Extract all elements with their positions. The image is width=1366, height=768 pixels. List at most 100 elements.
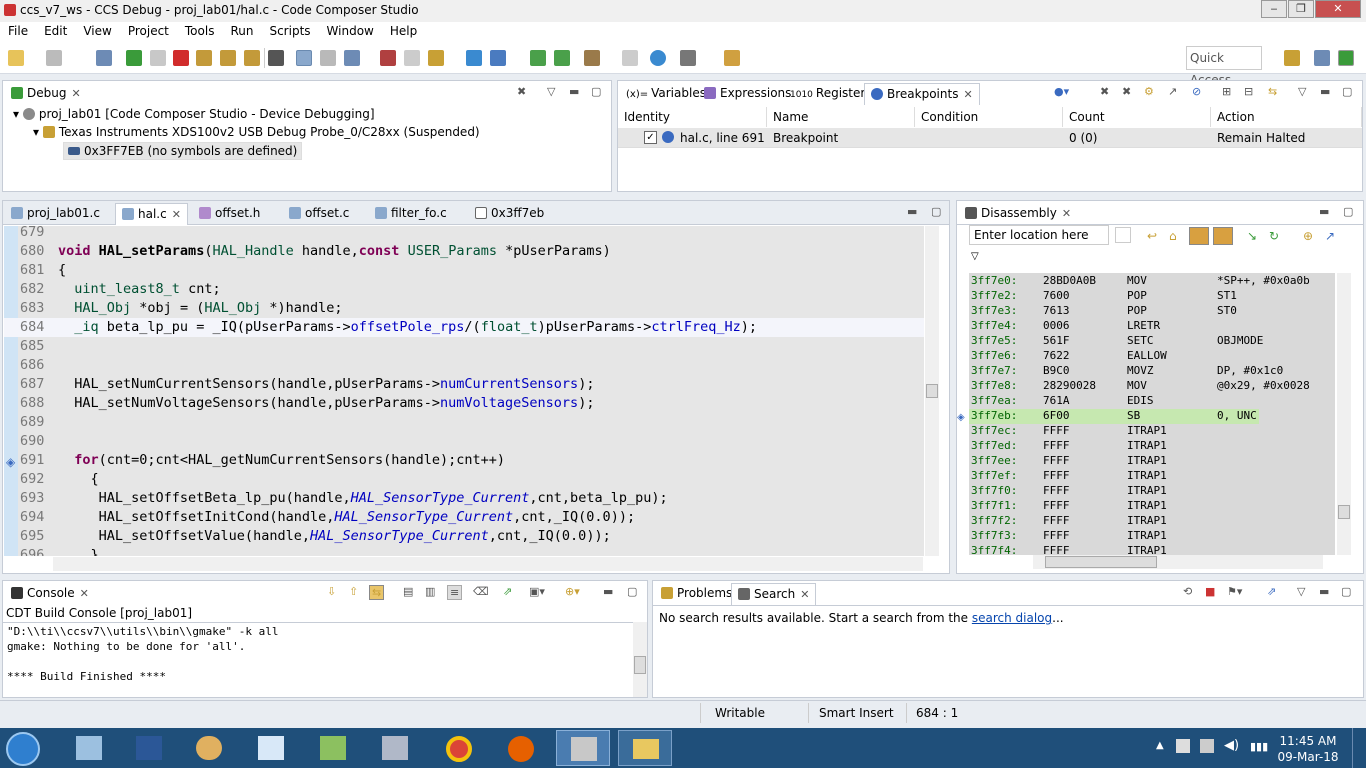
show-desktop-button[interactable] — [1352, 728, 1366, 768]
minimize-view-icon[interactable]: ▬ — [1320, 85, 1330, 98]
menu-window[interactable]: Window — [319, 22, 382, 38]
taskbar-app-paint[interactable] — [182, 730, 236, 766]
open-console-icon[interactable]: ⊕▾ — [565, 585, 580, 598]
disassembly-row[interactable]: 3ff7f4: FFFF ITRAP1 — [969, 544, 1259, 555]
terminate-icon[interactable] — [173, 50, 189, 66]
start-button[interactable] — [6, 732, 40, 766]
minimize-button[interactable]: ‒ — [1261, 0, 1287, 18]
history-icon[interactable]: ⚑▾ — [1227, 585, 1242, 598]
taskbar-app-ccs[interactable] — [556, 730, 610, 766]
step-into-icon[interactable] — [196, 50, 212, 66]
column-count[interactable]: Count — [1063, 107, 1211, 127]
maximize-view-icon[interactable]: ▢ — [1342, 85, 1352, 98]
word-wrap-icon[interactable]: ≡ — [447, 585, 463, 600]
scrollbar-thumb[interactable] — [1338, 505, 1350, 519]
instruction-step-icon[interactable] — [296, 50, 312, 66]
clock-time[interactable]: 11:45 AM — [1276, 734, 1340, 748]
restart-icon[interactable] — [380, 50, 396, 66]
column-action[interactable]: Action — [1211, 107, 1362, 127]
refresh-icon[interactable]: ⟲ — [1183, 585, 1192, 598]
taskbar-app-firefox[interactable] — [494, 730, 548, 766]
minimize-view-icon[interactable]: ▬ — [569, 85, 579, 98]
tools-icon[interactable] — [584, 50, 600, 66]
link-icon[interactable] — [1189, 227, 1209, 245]
ccs-edit-perspective-icon[interactable] — [1314, 50, 1330, 66]
minimize-view-icon[interactable]: ▬ — [907, 205, 917, 218]
vertical-scrollbar[interactable] — [925, 226, 939, 556]
view-menu-icon[interactable]: ▽ — [971, 251, 979, 262]
tab-hal-c[interactable]: hal.c ✕ — [115, 203, 188, 225]
search-icon[interactable] — [650, 50, 666, 66]
view-menu-icon[interactable]: ▽ — [1298, 85, 1306, 98]
pin-icon[interactable]: ⇗ — [503, 585, 512, 598]
home-icon[interactable]: ⌂ — [1169, 229, 1177, 243]
link-icon[interactable]: ⇆ — [369, 585, 385, 600]
tab-offset-h[interactable]: offset.h — [193, 203, 266, 225]
clock-date[interactable]: 09-Mar-18 — [1276, 750, 1340, 764]
minimize-view-icon[interactable]: ▬ — [1319, 205, 1329, 218]
load-icon[interactable] — [344, 50, 360, 66]
column-identity[interactable]: Identity — [618, 107, 767, 127]
tab-search[interactable]: Search ✕ — [731, 583, 817, 605]
clear-icon[interactable]: ⌫ — [473, 585, 489, 598]
code-area[interactable]: ◈ 679 680 681 682 683 684 685 686 687 68… — [4, 226, 924, 556]
expand-all-icon[interactable]: ⊞ — [1222, 85, 1231, 98]
debug-project-node[interactable]: ▾ proj_lab01 [Code Composer Studio - Dev… — [13, 107, 375, 121]
refresh-icon[interactable]: ↻ — [1269, 229, 1279, 243]
scrollbar-thumb[interactable] — [926, 384, 938, 398]
resume-icon[interactable] — [126, 50, 142, 66]
disassembly-row[interactable]: 3ff7e2: 7600 POP ST1 — [969, 289, 1259, 304]
menu-run[interactable]: Run — [222, 22, 261, 38]
taskbar-app-notes[interactable] — [244, 730, 298, 766]
tray-flag-icon[interactable] — [1176, 739, 1190, 753]
maximize-view-icon[interactable]: ▢ — [1341, 585, 1351, 598]
console-output[interactable]: "D:\\ti\\ccsv7\\utils\\bin\\gmake" -k al… — [3, 622, 633, 697]
sync-icon[interactable] — [1213, 227, 1233, 245]
column-name[interactable]: Name — [767, 107, 915, 127]
go-icon[interactable] — [1115, 227, 1131, 243]
previous-icon[interactable]: ⇧ — [349, 585, 358, 598]
taskbar-app-word[interactable] — [122, 730, 176, 766]
run-icon[interactable] — [490, 50, 506, 66]
skip-all-icon[interactable]: ⊘ — [1192, 85, 1201, 98]
pin-icon[interactable]: ⇗ — [1267, 585, 1276, 598]
tab-debug[interactable]: Debug ✕ — [5, 83, 87, 105]
tray-network-icon[interactable]: ▮▮▮ — [1250, 740, 1268, 753]
breakpoint-marker-icon[interactable]: ◈ — [6, 455, 15, 469]
lock-icon[interactable]: ▥ — [425, 585, 435, 598]
menu-view[interactable]: View — [75, 22, 119, 38]
horizontal-scrollbar[interactable] — [53, 557, 923, 571]
disconnect-icon[interactable] — [404, 50, 420, 66]
disassembly-row[interactable]: 3ff7f2: FFFF ITRAP1 — [969, 514, 1259, 529]
menu-edit[interactable]: Edit — [36, 22, 75, 38]
open-perspective-icon[interactable] — [1284, 50, 1300, 66]
tab-proj-lab01-c[interactable]: proj_lab01.c — [5, 203, 106, 225]
ccs-debug-perspective-icon[interactable] — [1338, 50, 1354, 66]
step-icon[interactable]: ↘ — [1247, 229, 1257, 243]
column-condition[interactable]: Condition — [915, 107, 1063, 127]
disassembly-row[interactable]: 3ff7e6: 7622 EALLOW — [969, 349, 1259, 364]
vertical-scrollbar[interactable] — [633, 622, 647, 697]
menu-file[interactable]: File — [0, 22, 36, 38]
minimize-view-icon[interactable]: ▬ — [1319, 585, 1329, 598]
tray-expand-icon[interactable]: ▲ — [1156, 740, 1164, 751]
flash-icon[interactable] — [428, 50, 444, 66]
tab-console[interactable]: Console ✕ — [5, 583, 95, 605]
disassembly-row[interactable]: 3ff7ea: 761A EDIS — [969, 394, 1259, 409]
maximize-view-icon[interactable]: ▢ — [591, 85, 601, 98]
menu-scripts[interactable]: Scripts — [261, 22, 318, 38]
step-return-icon[interactable] — [244, 50, 260, 66]
taskbar-app-calculator[interactable] — [368, 730, 422, 766]
maximize-view-icon[interactable]: ▢ — [1343, 205, 1353, 218]
suspend-icon[interactable] — [150, 50, 166, 66]
remove-all-icon[interactable]: ✖ — [517, 85, 526, 98]
remove-all-breakpoints-icon[interactable]: ✖ — [1122, 85, 1131, 98]
maximize-button[interactable]: ❐ — [1288, 0, 1314, 18]
quick-access-input[interactable]: Quick Access — [1186, 46, 1262, 87]
disassembly-row[interactable]: 3ff7e0: 28BD0A0B MOV *SP++, #0x0a0b — [969, 274, 1310, 289]
launch-icon[interactable] — [724, 50, 740, 66]
save-icon[interactable] — [46, 50, 62, 66]
link-icon[interactable] — [320, 50, 336, 66]
disassembly-row[interactable]: 3ff7ed: FFFF ITRAP1 — [969, 439, 1259, 454]
disassembly-row[interactable]: 3ff7f3: FFFF ITRAP1 — [969, 529, 1259, 544]
